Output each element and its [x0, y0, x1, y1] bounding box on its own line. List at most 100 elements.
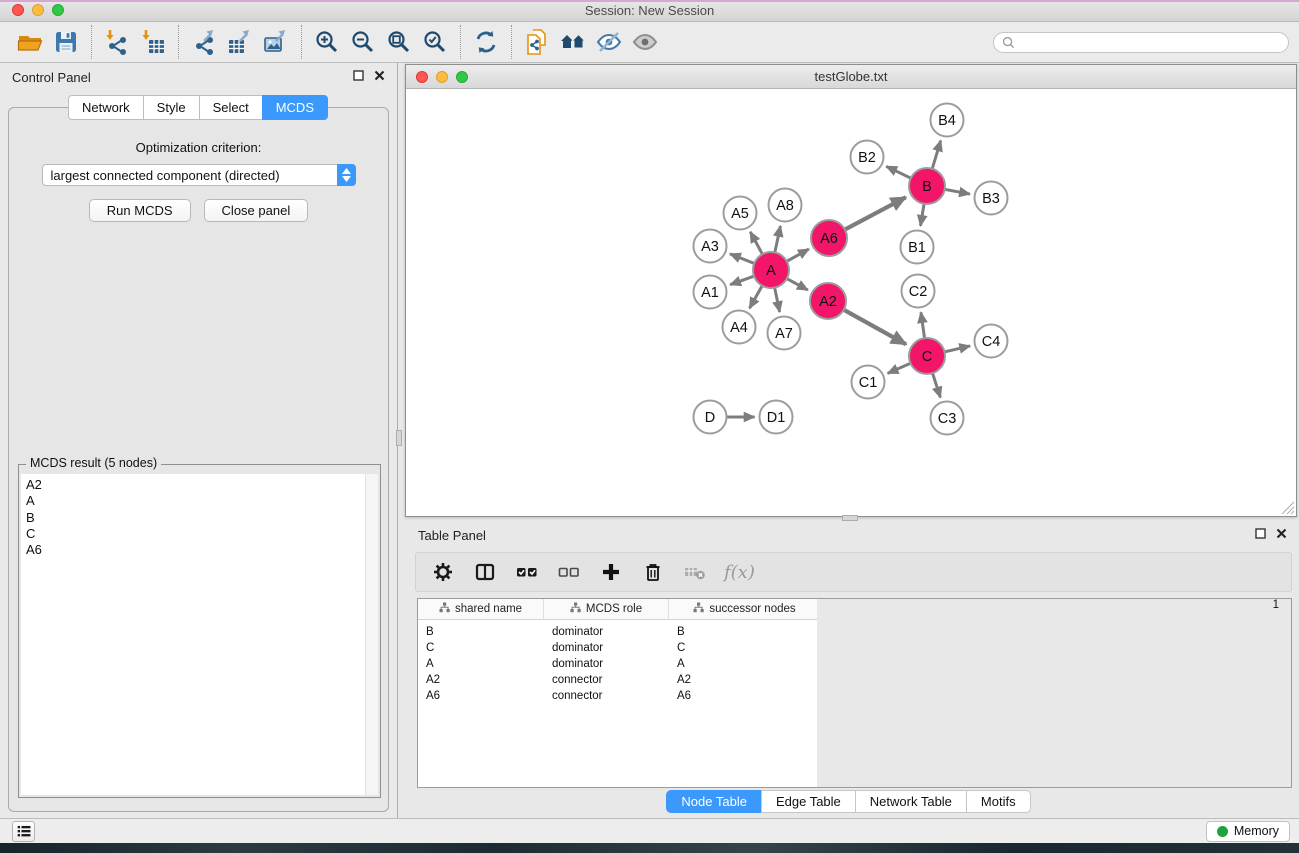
- table-cell[interactable]: A2: [418, 674, 544, 686]
- tab-network[interactable]: Network: [68, 95, 144, 120]
- import-table-icon[interactable]: [135, 25, 171, 59]
- mcds-result-item[interactable]: A: [26, 493, 365, 509]
- mcds-result-item[interactable]: C: [26, 526, 365, 542]
- table-cell[interactable]: C: [669, 642, 821, 654]
- network-view-window: testGlobe.txt A A1 A2 A3 A4 A5 A6 A7 A8 B B1 B2 B3 B4…: [405, 64, 1297, 517]
- mcds-result-item[interactable]: A2: [26, 477, 365, 493]
- graph-node-B3[interactable]: B3: [975, 182, 1008, 215]
- column-header-mcds-role[interactable]: MCDS role: [544, 599, 669, 619]
- graph-node-D1[interactable]: D1: [760, 401, 793, 434]
- graph-node-C3[interactable]: C3: [931, 402, 964, 435]
- zoom-in-icon[interactable]: [309, 25, 345, 59]
- zoom-out-icon[interactable]: [345, 25, 381, 59]
- column-header-label: successor nodes: [709, 603, 795, 615]
- table-cell[interactable]: connector: [544, 690, 669, 702]
- table-cell[interactable]: B: [418, 626, 544, 638]
- network-canvas[interactable]: A A1 A2 A3 A4 A5 A6 A7 A8 B B1 B2 B3 B4 C C1 C2 C3 C4 D D1: [406, 89, 1296, 516]
- table-cell[interactable]: A: [418, 658, 544, 670]
- close-panel-button[interactable]: Close panel: [204, 199, 309, 222]
- graph-node-A1[interactable]: A1: [694, 276, 727, 309]
- zoom-fit-icon[interactable]: [381, 25, 417, 59]
- select-all-columns-icon[interactable]: [514, 559, 540, 585]
- network-minimize-button[interactable]: [436, 71, 448, 83]
- unselect-all-columns-icon[interactable]: [556, 559, 582, 585]
- tab-style[interactable]: Style: [143, 95, 200, 120]
- graph-node-A3[interactable]: A3: [694, 230, 727, 263]
- graph-node-C1[interactable]: C1: [852, 366, 885, 399]
- delete-table-icon[interactable]: [682, 559, 708, 585]
- graph-node-B2[interactable]: B2: [851, 141, 884, 174]
- hide-details-icon[interactable]: [591, 25, 627, 59]
- function-builder-icon[interactable]: f(x): [724, 562, 755, 583]
- table-row-A6[interactable]: A6connector11A6: [418, 688, 1291, 704]
- export-image-icon[interactable]: [258, 25, 294, 59]
- graph-node-D[interactable]: D: [694, 401, 727, 434]
- graph-node-A5[interactable]: A5: [724, 197, 757, 230]
- open-file-icon[interactable]: [12, 25, 48, 59]
- split-column-icon[interactable]: [472, 559, 498, 585]
- tab-mcds[interactable]: MCDS: [262, 95, 328, 120]
- tab-network-table[interactable]: Network Table: [855, 790, 967, 813]
- search-input[interactable]: [1020, 34, 1280, 50]
- mcds-result-item[interactable]: B: [26, 510, 365, 526]
- float-panel-icon[interactable]: [353, 68, 364, 86]
- network-window-titlebar[interactable]: testGlobe.txt: [406, 65, 1296, 89]
- column-header-shared-name[interactable]: shared name: [418, 599, 544, 619]
- table-cell[interactable]: A6: [669, 690, 821, 702]
- table-cell[interactable]: dominator: [544, 642, 669, 654]
- tab-edge-table[interactable]: Edge Table: [761, 790, 856, 813]
- result-scrollbar[interactable]: [365, 474, 378, 795]
- float-table-panel-icon[interactable]: [1255, 526, 1266, 544]
- export-table-icon[interactable]: [222, 25, 258, 59]
- table-cell[interactable]: A: [669, 658, 821, 670]
- run-mcds-button[interactable]: Run MCDS: [89, 199, 191, 222]
- graph-node-B1[interactable]: B1: [901, 231, 934, 264]
- tab-select[interactable]: Select: [199, 95, 263, 120]
- table-cell[interactable]: dominator: [544, 658, 669, 670]
- mcds-result-item[interactable]: A6: [26, 542, 365, 558]
- tab-motifs[interactable]: Motifs: [966, 790, 1031, 813]
- search-box[interactable]: [993, 32, 1289, 53]
- network-close-button[interactable]: [416, 71, 428, 83]
- table-cell[interactable]: B: [669, 626, 821, 638]
- graph-node-A2[interactable]: A2: [810, 283, 846, 319]
- zoom-selected-icon[interactable]: [417, 25, 453, 59]
- tab-node-table[interactable]: Node Table: [666, 790, 762, 813]
- graph-node-A7[interactable]: A7: [768, 317, 801, 350]
- graph-node-B[interactable]: B: [909, 168, 945, 204]
- first-neighbors-icon[interactable]: [555, 25, 591, 59]
- create-column-icon[interactable]: [598, 559, 624, 585]
- graph-node-A4[interactable]: A4: [723, 311, 756, 344]
- table-cell[interactable]: C: [418, 642, 544, 654]
- column-header-successor-nodes[interactable]: successor nodes: [669, 599, 821, 619]
- splitter-handle-horizontal[interactable]: [842, 515, 858, 521]
- graph-node-C4[interactable]: C4: [975, 325, 1008, 358]
- graph-node-A6[interactable]: A6: [811, 220, 847, 256]
- import-network-icon[interactable]: [99, 25, 135, 59]
- table-cell[interactable]: A6: [418, 690, 544, 702]
- criterion-select[interactable]: largest connected component (directed): [42, 164, 356, 186]
- table-cell[interactable]: connector: [544, 674, 669, 686]
- column-settings-gear-icon[interactable]: [430, 559, 456, 585]
- graph-node-A8[interactable]: A8: [769, 189, 802, 222]
- graph-node-C2[interactable]: C2: [902, 275, 935, 308]
- memory-button[interactable]: Memory: [1206, 821, 1290, 842]
- table-cell[interactable]: A2: [669, 674, 821, 686]
- table-cell[interactable]: 1: [817, 599, 1291, 787]
- splitter-handle-vertical[interactable]: [396, 430, 402, 446]
- refresh-icon[interactable]: [468, 25, 504, 59]
- close-panel-icon[interactable]: [374, 68, 385, 86]
- duplicate-network-icon[interactable]: [519, 25, 555, 59]
- export-network-icon[interactable]: [186, 25, 222, 59]
- network-zoom-button[interactable]: [456, 71, 468, 83]
- show-details-icon[interactable]: [627, 25, 663, 59]
- graph-node-A[interactable]: A: [753, 252, 789, 288]
- save-session-icon[interactable]: [48, 25, 84, 59]
- table-cell[interactable]: dominator: [544, 626, 669, 638]
- graph-node-C[interactable]: C: [909, 338, 945, 374]
- close-table-panel-icon[interactable]: [1276, 526, 1287, 544]
- delete-column-trash-icon[interactable]: [640, 559, 666, 585]
- graph-node-B4[interactable]: B4: [931, 104, 964, 137]
- resize-grip-icon[interactable]: [1280, 500, 1295, 515]
- task-history-button[interactable]: [12, 821, 35, 842]
